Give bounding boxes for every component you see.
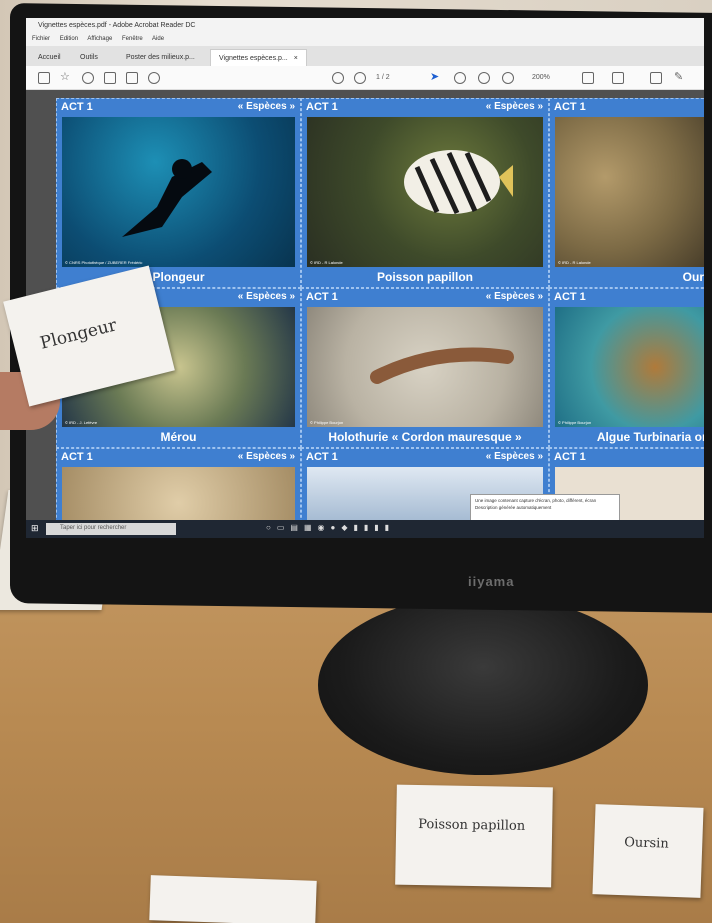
page-total: / 2 [381, 74, 390, 81]
zoom-in-icon[interactable] [502, 72, 514, 84]
menu-affichage[interactable]: Affichage [87, 36, 112, 42]
tab-vignettes-label: Vignettes espèces.p... [219, 55, 288, 62]
note-text: Poisson papillon [418, 817, 526, 834]
tab-poster[interactable]: Poster des milieux.p... [118, 49, 203, 66]
print-icon[interactable] [104, 72, 116, 84]
act-label: ACT 1 [306, 291, 338, 303]
especes-label: « Espèces » [237, 291, 295, 302]
tab-bar: Accueil Outils Poster des milieux.p... V… [26, 46, 704, 66]
tab-home[interactable]: Accueil [30, 49, 69, 66]
sea-cucumber-photo [307, 307, 543, 427]
card-row3-1: ACT 1 « Espèces » [56, 448, 301, 528]
species-name: Mérou [160, 430, 197, 444]
windows-start-icon[interactable]: ⊞ [31, 523, 39, 534]
photo-credit: © IRD - R Lalonde [310, 260, 343, 265]
card-plongeur: ACT 1 « Espèces » © CNRS Photothèque / Z… [56, 98, 301, 288]
photo-credit: © CNRS Photothèque / ZUBERER Frédéric [65, 260, 143, 265]
tab-tools[interactable]: Outils [72, 49, 106, 66]
especes-label: « Espèces » [485, 451, 543, 462]
taskbar: ⊞ Taper ici pour rechercher ○▭▤▦◉●◆▮▮▮▮ [26, 520, 704, 538]
sea-urchin-photo [555, 117, 704, 267]
monitor-stand-base [318, 595, 648, 775]
tab-vignettes[interactable]: Vignettes espèces.p... × [210, 49, 307, 66]
email-icon[interactable] [126, 72, 138, 84]
tooltip-line-1: Une image contenant capture d'écran, pho… [475, 498, 597, 503]
taskbar-app-icons[interactable]: ○▭▤▦◉●◆▮▮▮▮ [266, 523, 395, 532]
photo-credit: © Philippe Bourjon [310, 420, 344, 425]
image-alt-tooltip: Une image contenant capture d'écran, pho… [470, 494, 620, 522]
card-algue: ACT 1 © Philippe Bourjon Algue Turbinari… [549, 288, 704, 448]
taskbar-search[interactable]: Taper ici pour rechercher [46, 523, 176, 535]
hand-icon[interactable] [454, 72, 466, 84]
comment-icon[interactable] [650, 72, 662, 84]
menu-fenetre[interactable]: Fenêtre [122, 36, 143, 42]
page-up-icon[interactable] [332, 72, 344, 84]
bookmark-star-icon[interactable]: ☆ [60, 70, 72, 83]
butterflyfish [404, 150, 513, 215]
act-label: ACT 1 [61, 451, 93, 463]
search-icon[interactable] [148, 72, 160, 84]
toolbar: ☆ 1 / 2 ➤ 200% ✎ [26, 66, 704, 90]
photo-credit: © IRD - R Lalonde [558, 260, 591, 265]
photo-credit: © IRD - J. Lefèvre [65, 420, 98, 425]
butterflyfish-photo [307, 117, 543, 267]
menu-aide[interactable]: Aide [152, 36, 164, 42]
note-oursin: Oursin [592, 804, 704, 898]
page-indicator: 1 / 2 [376, 74, 390, 81]
act-label: ACT 1 [554, 451, 586, 463]
algae-photo [555, 307, 704, 427]
menu-fichier[interactable]: Fichier [32, 36, 50, 42]
act-label: ACT 1 [61, 101, 93, 113]
menu-edition[interactable]: Edition [60, 36, 78, 42]
especes-label: « Espèces » [485, 101, 543, 112]
sea-cucumber [370, 347, 514, 384]
fit-page-icon[interactable] [582, 72, 594, 84]
page-down-icon[interactable] [354, 72, 366, 84]
note-poisson-papillon: Poisson papillon [395, 784, 553, 888]
page-current[interactable]: 1 [376, 74, 380, 81]
note-bottom [149, 875, 317, 923]
act-label: ACT 1 [554, 101, 586, 113]
diver-photo [62, 117, 295, 267]
pen-icon[interactable]: ✎ [674, 70, 686, 83]
monitor-brand: iiyama [468, 574, 515, 589]
especes-label: « Espèces » [237, 101, 295, 112]
note-text: Plongeur [38, 315, 119, 354]
especes-label: « Espèces » [485, 291, 543, 302]
species-name: Holothurie « Cordon mauresque » [328, 430, 522, 444]
zoom-out-icon[interactable] [478, 72, 490, 84]
card-photo [62, 467, 295, 527]
act-label: ACT 1 [306, 451, 338, 463]
photo-credit: © Philippe Bourjon [558, 420, 592, 425]
card-poisson-papillon: ACT 1 « Espèces » © IRD - R Lalonde Pois… [301, 98, 549, 288]
menu-bar: Fichier Edition Affichage Fenêtre Aide [26, 34, 704, 46]
species-name: Poisson papillon [376, 270, 473, 284]
tooltip-line-2: Description générée automatiquement [475, 505, 552, 510]
select-cursor-icon[interactable]: ➤ [430, 70, 442, 83]
window-title: Vignettes espèces.pdf - Adobe Acrobat Re… [26, 18, 704, 34]
upload-icon[interactable] [82, 72, 94, 84]
species-name: Algue Turbinaria orn [596, 430, 704, 444]
act-label: ACT 1 [306, 101, 338, 113]
save-icon[interactable] [38, 72, 50, 84]
card-holothurie: ACT 1 « Espèces » © Philippe Bourjon Hol… [301, 288, 549, 448]
diver-silhouette [122, 159, 212, 237]
zoom-level[interactable]: 200% [532, 74, 550, 81]
note-text: Oursin [624, 835, 669, 852]
act-label: ACT 1 [554, 291, 586, 303]
species-name: Oursi [682, 270, 704, 284]
card-oursin: ACT 1 © IRD - R Lalonde Oursi [549, 98, 704, 288]
scroll-mode-icon[interactable] [612, 72, 624, 84]
especes-label: « Espèces » [237, 451, 295, 462]
close-icon[interactable]: × [294, 55, 298, 62]
